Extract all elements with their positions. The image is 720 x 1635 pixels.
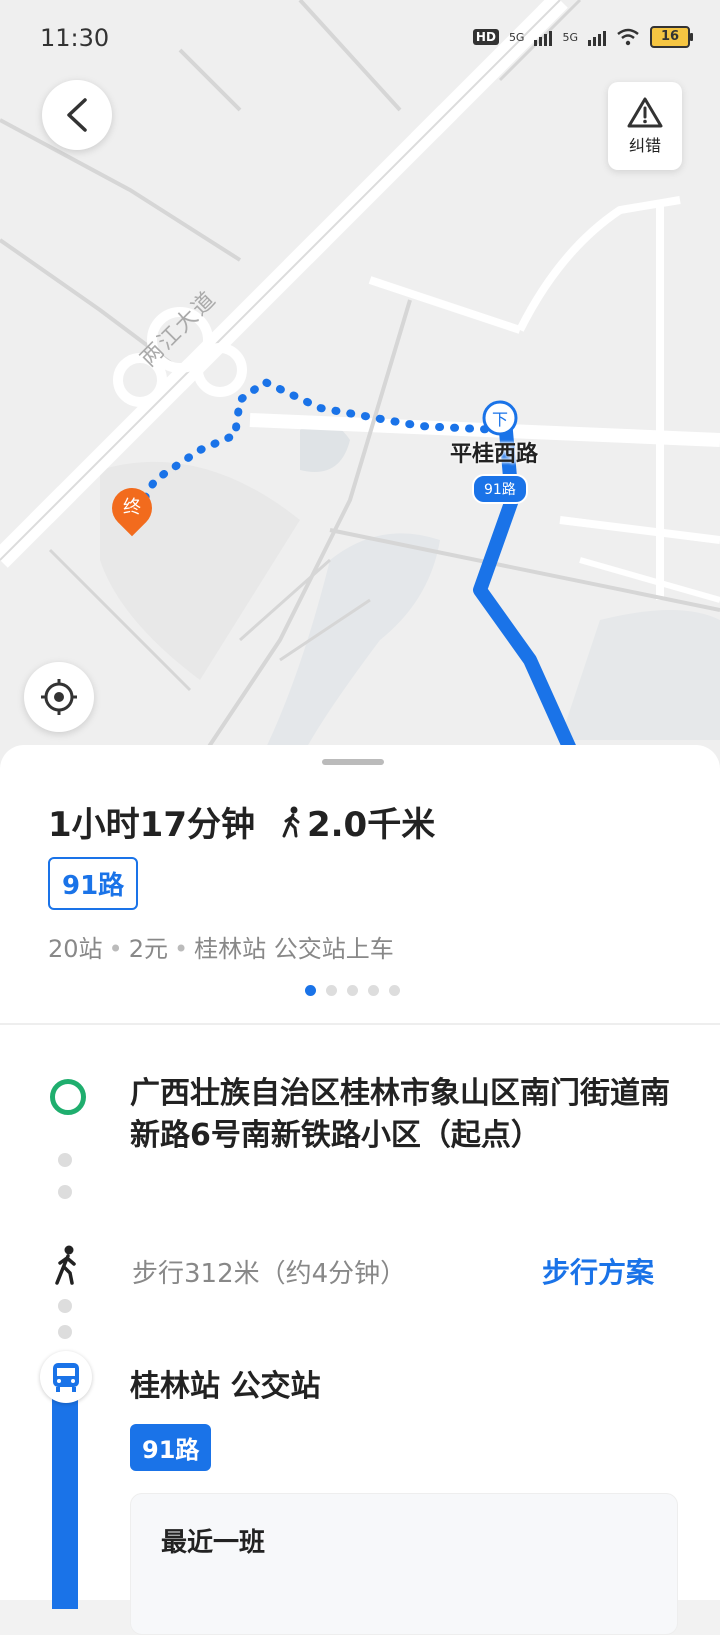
network-label-2: 5G [562,30,578,44]
bus-icon [53,1363,79,1392]
end-marker[interactable]: 终 [103,479,161,537]
divider [0,1023,720,1025]
bus-step-icon [40,1351,92,1403]
report-error-button[interactable]: 纠错 [608,82,682,170]
pager-dot[interactable] [305,985,316,996]
sheet-grab-handle[interactable] [322,759,384,765]
fare: 2元 [128,935,168,963]
route-chip[interactable]: 91路 [48,857,139,910]
start-address: 广西壮族自治区桂林市象山区南门街道南新路6号南新铁路小区（起点） [130,1076,670,1153]
walk-step-icon [55,1245,76,1285]
pager-dot[interactable] [347,985,358,996]
pager-dot[interactable] [389,985,400,996]
report-label: 纠错 [628,136,661,155]
signal-icon-2 [588,28,606,46]
walk-distance: 2.0千米 [306,805,436,845]
chevron-left-icon [67,98,87,132]
end-marker-label: 终 [123,497,141,518]
walk-icon [282,806,300,837]
locate-button[interactable] [24,662,94,732]
board-info: 桂林站 公交站上车 [194,935,394,963]
next-bus-card[interactable]: 最近一班 [130,1493,678,1635]
route-meta: 20站 • 2元 • 桂林站 公交站上车 [48,929,394,964]
separator-dot: • [108,935,123,963]
plan-pager[interactable] [305,985,400,996]
pager-dot[interactable] [326,985,337,996]
bus-segment-line [52,1379,78,1609]
wifi-icon [617,28,639,46]
timeline-dot [58,1299,72,1313]
pager-dot[interactable] [368,985,379,996]
route-detail-sheet[interactable]: 1小时17分钟 2.0千米 91路 20站 • 2元 • 桂林站 公交站上车 广西壮族自… [0,745,720,1635]
separator-dot: • [173,935,189,963]
status-icons: HD 5G 5G 16 [472,26,693,48]
alight-marker: 下 [491,410,508,429]
hd-icon: HD [472,29,499,45]
route-summary: 1小时17分钟 2.0千米 [48,797,435,846]
back-button[interactable] [42,80,112,150]
walk-summary: 2.0千米 [281,797,435,846]
stop-label[interactable]: 平桂西路 [450,436,538,468]
route-duration: 1小时17分钟 [48,805,255,845]
stop-count: 20站 [48,935,103,963]
route-badge[interactable]: 91路 [472,474,528,504]
signal-icon-1 [534,28,553,46]
battery-icon: 16 [650,26,693,48]
status-time: 11:30 [40,24,110,52]
next-bus-label: 最近一班 [161,1528,266,1558]
walk-step-text: 步行312米（约4分钟） [132,1259,407,1289]
crosshair-icon [41,679,77,715]
timeline-dot [58,1185,72,1199]
bus-route-chip[interactable]: 91路 [130,1424,212,1471]
start-point-icon [50,1079,86,1115]
warning-icon [627,97,663,128]
network-label-1: 5G [508,30,525,44]
status-bar: 11:30 HD 5G 5G 16 [0,0,720,80]
walk-plan-link[interactable]: 步行方案 [542,1251,654,1291]
timeline-dot [58,1153,72,1167]
bus-stop-name: 桂林站 公交站 [130,1369,321,1404]
timeline-dot [58,1325,72,1339]
